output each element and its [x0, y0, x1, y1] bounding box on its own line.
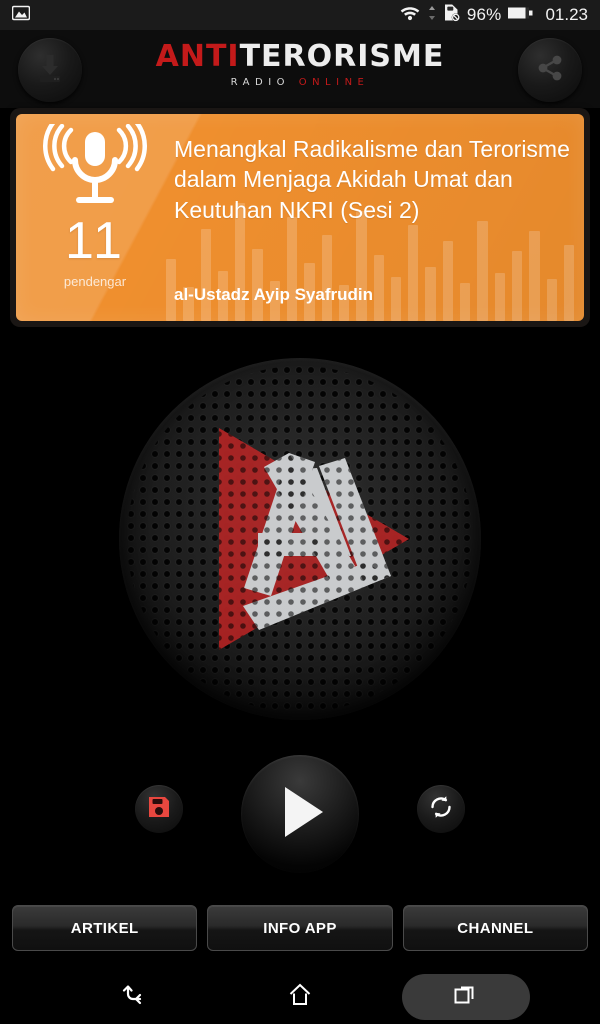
program-info: Menangkal Radikalisme dan Terorisme dala… — [174, 134, 572, 313]
station-logo-disc — [119, 358, 481, 720]
now-playing-card-inner: 11 pendengar Menangkal Radikalisme dan T… — [16, 114, 584, 321]
status-bar: 96% 01.23 — [0, 0, 600, 30]
wifi-icon — [399, 4, 421, 26]
microphone-icon — [20, 122, 170, 218]
logo-anti-text: ANTI — [155, 39, 240, 74]
play-icon — [269, 781, 331, 848]
status-bar-left — [11, 5, 31, 26]
nav-back-button[interactable] — [70, 974, 198, 1020]
listener-count: 11 — [65, 212, 125, 270]
share-button[interactable] — [518, 38, 582, 102]
status-clock: 01.23 — [545, 5, 588, 24]
listener-block: 11 pendengar — [20, 122, 170, 289]
battery-icon — [508, 6, 534, 25]
status-bar-right: 96% 01.23 — [399, 3, 588, 27]
back-icon — [120, 981, 148, 1014]
player-controls — [0, 755, 600, 880]
gallery-image-icon — [11, 5, 31, 26]
logo-radio-text: RADIO — [230, 77, 291, 88]
station-logo-disc-wrap — [0, 358, 600, 720]
logo-subtitle: RADIO ONLINE — [0, 77, 600, 88]
app-header: ANTITERORISME RADIO ONLINE — [0, 30, 600, 108]
disc-vignette — [119, 358, 481, 720]
save-floppy-icon — [147, 795, 171, 824]
artikel-button[interactable]: ARTIKEL — [12, 905, 198, 951]
recent-apps-icon — [453, 982, 479, 1013]
no-sim-card-icon — [443, 3, 460, 27]
nav-recent-apps-button[interactable] — [402, 974, 530, 1020]
logo-title: ANTITERORISME — [0, 42, 600, 72]
logo-online-text: ONLINE — [298, 77, 370, 88]
home-icon — [286, 981, 314, 1014]
program-speaker: al-Ustadz Ayip Syafrudin — [174, 285, 373, 304]
info-app-button[interactable]: INFO APP — [207, 905, 393, 951]
save-button[interactable] — [135, 785, 183, 833]
listener-label: pendengar — [63, 273, 127, 289]
logo-terorisme-text: TERORISME — [239, 39, 445, 74]
battery-percent: 96% — [466, 5, 502, 24]
android-nav-bar — [0, 970, 600, 1024]
channel-button[interactable]: CHANNEL — [402, 905, 588, 951]
now-playing-card[interactable]: 11 pendengar Menangkal Radikalisme dan T… — [10, 108, 590, 327]
program-title: Menangkal Radikalisme dan Terorisme dala… — [174, 136, 570, 223]
data-transfer-icon — [428, 5, 436, 26]
refresh-icon — [428, 794, 454, 825]
share-icon — [533, 51, 567, 90]
action-button-row: ARTIKEL INFO APP CHANNEL — [0, 905, 600, 951]
app-logo: ANTITERORISME RADIO ONLINE — [0, 42, 600, 89]
play-button[interactable] — [241, 755, 359, 873]
nav-home-button[interactable] — [236, 974, 364, 1020]
refresh-button[interactable] — [417, 785, 465, 833]
